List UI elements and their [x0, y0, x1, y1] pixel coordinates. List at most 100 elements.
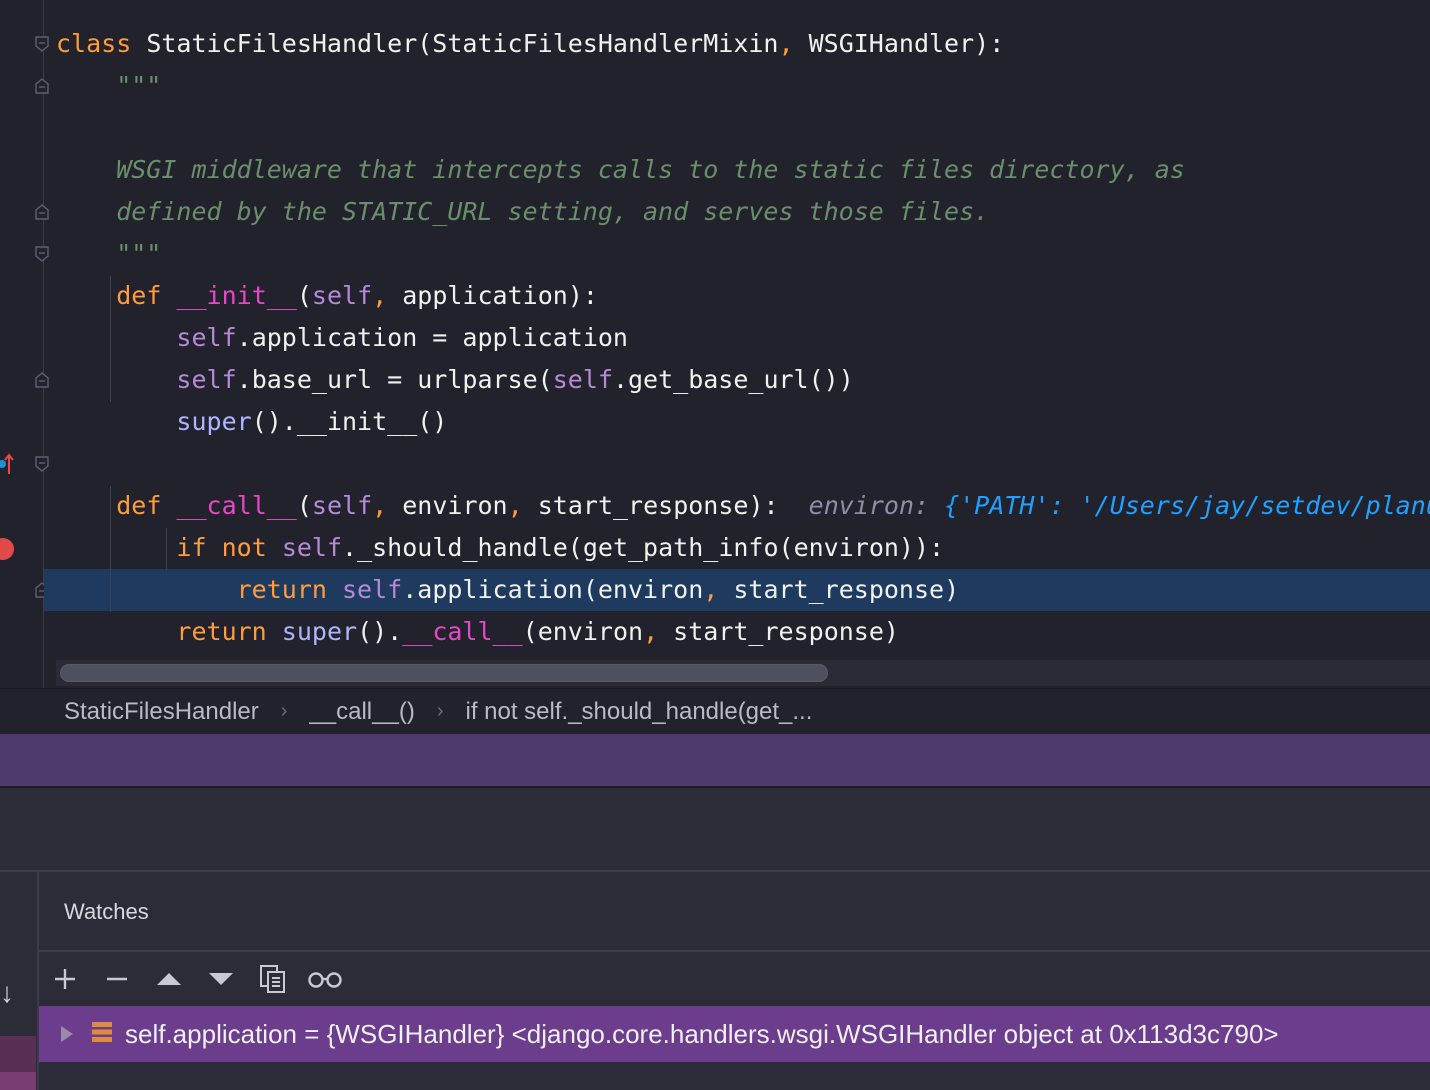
fold-end-icon[interactable] — [35, 78, 49, 94]
code-line[interactable]: def __init__(self, application): — [56, 275, 1430, 317]
code-token: .get_base_url()) — [612, 365, 854, 394]
add-icon[interactable] — [43, 952, 87, 1006]
code-token: return — [176, 617, 267, 646]
remove-icon[interactable] — [95, 952, 139, 1006]
breadcrumb-item-class[interactable]: StaticFilesHandler — [64, 698, 259, 726]
code-token: __init__ — [176, 281, 297, 310]
code-token: """ — [56, 71, 162, 100]
code-line[interactable]: """ — [56, 65, 1430, 107]
code-token: self — [176, 323, 237, 352]
code-token: defined by the STATIC_URL setting, and s… — [56, 197, 990, 226]
code-token: start_response) — [718, 575, 960, 604]
code-token: super — [281, 617, 358, 646]
code-token: super — [176, 407, 252, 436]
code-token: start_response): — [522, 491, 809, 520]
fold-end-icon[interactable] — [35, 204, 49, 220]
frame-selection-marker — [0, 1072, 36, 1090]
code-token: ( — [296, 491, 312, 520]
code-token: .base_url = urlparse( — [236, 365, 553, 394]
code-line[interactable]: defined by the STATIC_URL setting, and s… — [56, 191, 1430, 233]
glasses-icon[interactable] — [303, 952, 347, 1006]
code-token: , — [778, 29, 794, 58]
code-line[interactable]: super().__init__() — [56, 401, 1430, 443]
code-line[interactable] — [56, 107, 1430, 149]
code-token: __call__ — [402, 617, 523, 646]
step-into-marker-icon — [0, 453, 14, 474]
code-token: self — [342, 575, 403, 604]
code-line[interactable]: def __call__(self, environ, start_respon… — [56, 485, 1430, 527]
breadcrumb-item-statement[interactable]: if not self._should_handle(get_... — [465, 698, 812, 726]
watches-title: Watches — [39, 872, 1430, 952]
code-token: ( — [296, 281, 312, 310]
indent-guide — [166, 528, 167, 570]
code-token: , — [643, 617, 659, 646]
code-token: StaticFilesHandler(StaticFilesHandlerMix… — [131, 29, 779, 58]
variable-icon — [91, 1019, 115, 1050]
code-line[interactable]: class StaticFilesHandler(StaticFilesHand… — [56, 23, 1430, 65]
code-line-current[interactable]: return self.application(environ, start_r… — [44, 569, 1430, 611]
watch-item[interactable]: self.application = {WSGIHandler} <django… — [39, 1006, 1430, 1062]
code-line[interactable]: """ — [56, 233, 1430, 275]
move-down-icon[interactable] — [199, 952, 243, 1006]
horizontal-scrollbar-thumb[interactable] — [60, 664, 828, 682]
code-token: application): — [387, 281, 598, 310]
fold-start-icon[interactable] — [35, 456, 49, 472]
code-token: if — [176, 533, 207, 562]
code-line[interactable]: self.base_url = urlparse(self.get_base_u… — [56, 359, 1430, 401]
code-editor[interactable]: class StaticFilesHandler(StaticFilesHand… — [0, 0, 1430, 688]
code-token: , — [372, 491, 388, 520]
step-over-icon[interactable]: ↓ — [0, 978, 20, 1008]
indent-guide — [110, 486, 111, 612]
code-token: __call__ — [176, 491, 297, 520]
code-line[interactable]: return super().__call__(environ, start_r… — [56, 611, 1430, 653]
debug-status-bar — [0, 734, 1430, 788]
breadcrumb-item-method[interactable]: __call__() — [309, 698, 414, 726]
fold-start-icon[interactable] — [35, 246, 49, 262]
code-line[interactable]: if not self._should_handle(get_path_info… — [56, 527, 1430, 569]
code-token: start_response) — [658, 617, 899, 646]
breadcrumb: StaticFilesHandler › __call__() › if not… — [0, 688, 1430, 734]
breadcrumb-separator: › — [280, 700, 288, 722]
code-token: self — [311, 281, 373, 310]
code-token: ._should_handle(get_path_info(environ)): — [342, 533, 945, 562]
fold-start-icon[interactable] — [35, 36, 49, 52]
frame-selection-marker — [0, 1036, 36, 1072]
code-token: (environ — [522, 617, 644, 646]
code-line[interactable] — [56, 443, 1430, 485]
expand-arrow-icon[interactable] — [47, 1025, 87, 1043]
code-token: WSGIHandler): — [793, 29, 1005, 58]
code-token: , — [703, 575, 719, 604]
code-line[interactable]: WSGI middleware that intercepts calls to… — [56, 149, 1430, 191]
code-token: self — [311, 491, 373, 520]
code-line[interactable]: self.application = application — [56, 317, 1430, 359]
move-up-icon[interactable] — [147, 952, 191, 1006]
fold-end-icon[interactable] — [35, 372, 49, 388]
code-token: self — [176, 365, 237, 394]
code-token: (). — [357, 617, 403, 646]
code-token: environ: — [808, 491, 945, 520]
code-token: .application = application — [236, 323, 628, 352]
code-token: class — [56, 29, 132, 58]
breadcrumb-separator: › — [436, 700, 444, 722]
code-token: {'PATH': '/Users/jay/setdev/planus-serv — [944, 491, 1430, 520]
copy-icon[interactable] — [251, 952, 295, 1006]
code-token: .application(environ — [402, 575, 704, 604]
code-token: self — [552, 365, 613, 394]
indent-guide — [110, 276, 111, 402]
code-token: environ — [387, 491, 508, 520]
code-token: , — [372, 281, 388, 310]
code-token: return — [236, 575, 327, 604]
code-token: ().__init__() — [251, 407, 448, 436]
watch-item-text: self.application = {WSGIHandler} <django… — [125, 1018, 1279, 1049]
code-token: , — [507, 491, 523, 520]
